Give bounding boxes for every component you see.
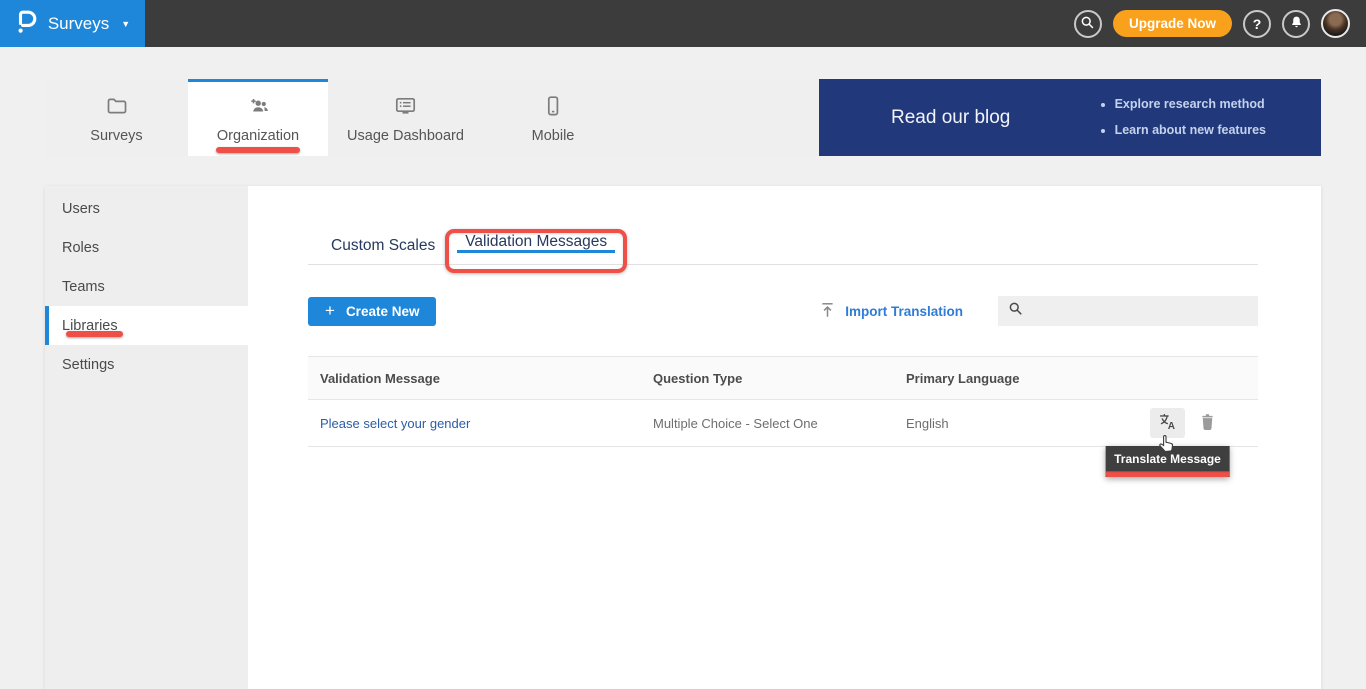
module-tab-usage-dashboard[interactable]: Usage Dashboard [328, 79, 483, 156]
table-search-box[interactable] [998, 296, 1258, 326]
header-question-type: Question Type [653, 371, 906, 386]
blog-banner-bullets: Explore research method Learn about new … [1097, 92, 1266, 143]
add-people-icon [246, 94, 271, 122]
module-tab-label: Surveys [90, 128, 142, 144]
module-tab-organization[interactable]: Organization [188, 79, 328, 156]
annotation-underline-libraries [66, 331, 123, 337]
blog-bullet: Learn about new features [1115, 118, 1266, 144]
header-primary-language: Primary Language [906, 371, 1150, 386]
notifications-button[interactable] [1282, 10, 1310, 38]
annotation-underline-tooltip [1105, 471, 1230, 477]
tab-validation-messages[interactable]: Validation Messages [457, 229, 615, 253]
search-icon [1080, 15, 1095, 33]
search-button[interactable] [1074, 10, 1102, 38]
import-translation-label: Import Translation [845, 304, 963, 319]
annotation-underline-organization [216, 147, 300, 153]
user-avatar[interactable] [1321, 9, 1350, 38]
module-nav-row: Surveys Organization [45, 79, 1321, 156]
svg-text:A: A [1168, 421, 1175, 432]
module-tab-label: Usage Dashboard [347, 128, 464, 144]
import-translation-link[interactable]: Import Translation [819, 301, 963, 322]
sidebar-item-roles[interactable]: Roles [45, 228, 248, 267]
sidebar-item-label: Roles [62, 240, 99, 256]
create-new-label: Create New [346, 304, 420, 319]
table-header-row: Validation Message Question Type Primary… [308, 356, 1258, 400]
plus-icon: + [325, 301, 335, 321]
question-type-cell: Multiple Choice - Select One [653, 416, 906, 431]
upload-icon [819, 301, 836, 322]
toolbar: + Create New Import Translation [308, 296, 1258, 326]
sidebar-item-label: Settings [62, 357, 114, 373]
translate-tooltip-label: Translate Message [1105, 446, 1230, 471]
module-tab-label: Organization [217, 128, 299, 144]
organization-panel: Users Roles Teams Libraries Settings Cus… [45, 186, 1321, 689]
tab-validation-messages-wrap: Validation Messages [457, 233, 615, 264]
organization-sidebar: Users Roles Teams Libraries Settings [45, 186, 248, 689]
trash-icon [1199, 412, 1216, 434]
validation-message-link[interactable]: Please select your gender [320, 416, 470, 431]
tab-custom-scales[interactable]: Custom Scales [323, 233, 443, 264]
module-tab-label: Mobile [532, 128, 575, 144]
product-name: Surveys [48, 14, 109, 34]
search-icon [1008, 301, 1023, 321]
sidebar-item-label: Teams [62, 279, 105, 295]
translate-tooltip: Translate Message [1105, 446, 1230, 477]
table-row: Please select your gender Multiple Choic… [308, 400, 1258, 447]
app-logo-product-switcher[interactable]: Surveys ▼ [0, 0, 145, 47]
caret-down-icon: ▼ [121, 19, 130, 29]
translate-icon: A [1157, 411, 1178, 435]
sidebar-item-libraries[interactable]: Libraries [45, 306, 248, 345]
libraries-tabs: Custom Scales Validation Messages [308, 233, 1258, 265]
blog-bullet: Explore research method [1115, 92, 1266, 118]
search-input[interactable] [1030, 296, 1258, 326]
sidebar-item-settings[interactable]: Settings [45, 345, 248, 384]
row-actions: A Translate Message [1150, 408, 1258, 438]
help-button[interactable]: ? [1243, 10, 1271, 38]
module-tab-surveys[interactable]: Surveys [45, 79, 188, 156]
sidebar-item-teams[interactable]: Teams [45, 267, 248, 306]
blog-banner-title[interactable]: Read our blog [891, 107, 1010, 129]
header-validation-message: Validation Message [308, 371, 653, 386]
libraries-content: Custom Scales Validation Messages + Crea… [248, 186, 1321, 689]
blog-banner[interactable]: Read our blog Explore research method Le… [819, 79, 1321, 156]
folder-icon [105, 94, 129, 122]
bell-icon [1289, 15, 1304, 33]
validation-messages-table: Validation Message Question Type Primary… [308, 356, 1258, 447]
create-new-button[interactable]: + Create New [308, 297, 436, 326]
question-mark-icon: ? [1253, 16, 1262, 32]
dashboard-monitor-icon [393, 94, 418, 122]
brand-p-logo-icon [15, 7, 39, 41]
translate-message-button[interactable]: A Translate Message [1150, 408, 1185, 438]
topbar: Surveys ▼ Upgrade Now ? [0, 0, 1366, 47]
sidebar-item-label: Users [62, 201, 100, 217]
module-tabstrip: Surveys Organization [45, 79, 819, 156]
upgrade-now-button[interactable]: Upgrade Now [1113, 10, 1232, 37]
primary-language-cell: English [906, 416, 1150, 431]
smartphone-icon [541, 94, 565, 122]
module-tab-mobile[interactable]: Mobile [483, 79, 623, 156]
topbar-actions: Upgrade Now ? [1074, 9, 1366, 38]
delete-button[interactable] [1199, 412, 1216, 434]
sidebar-item-users[interactable]: Users [45, 189, 248, 228]
